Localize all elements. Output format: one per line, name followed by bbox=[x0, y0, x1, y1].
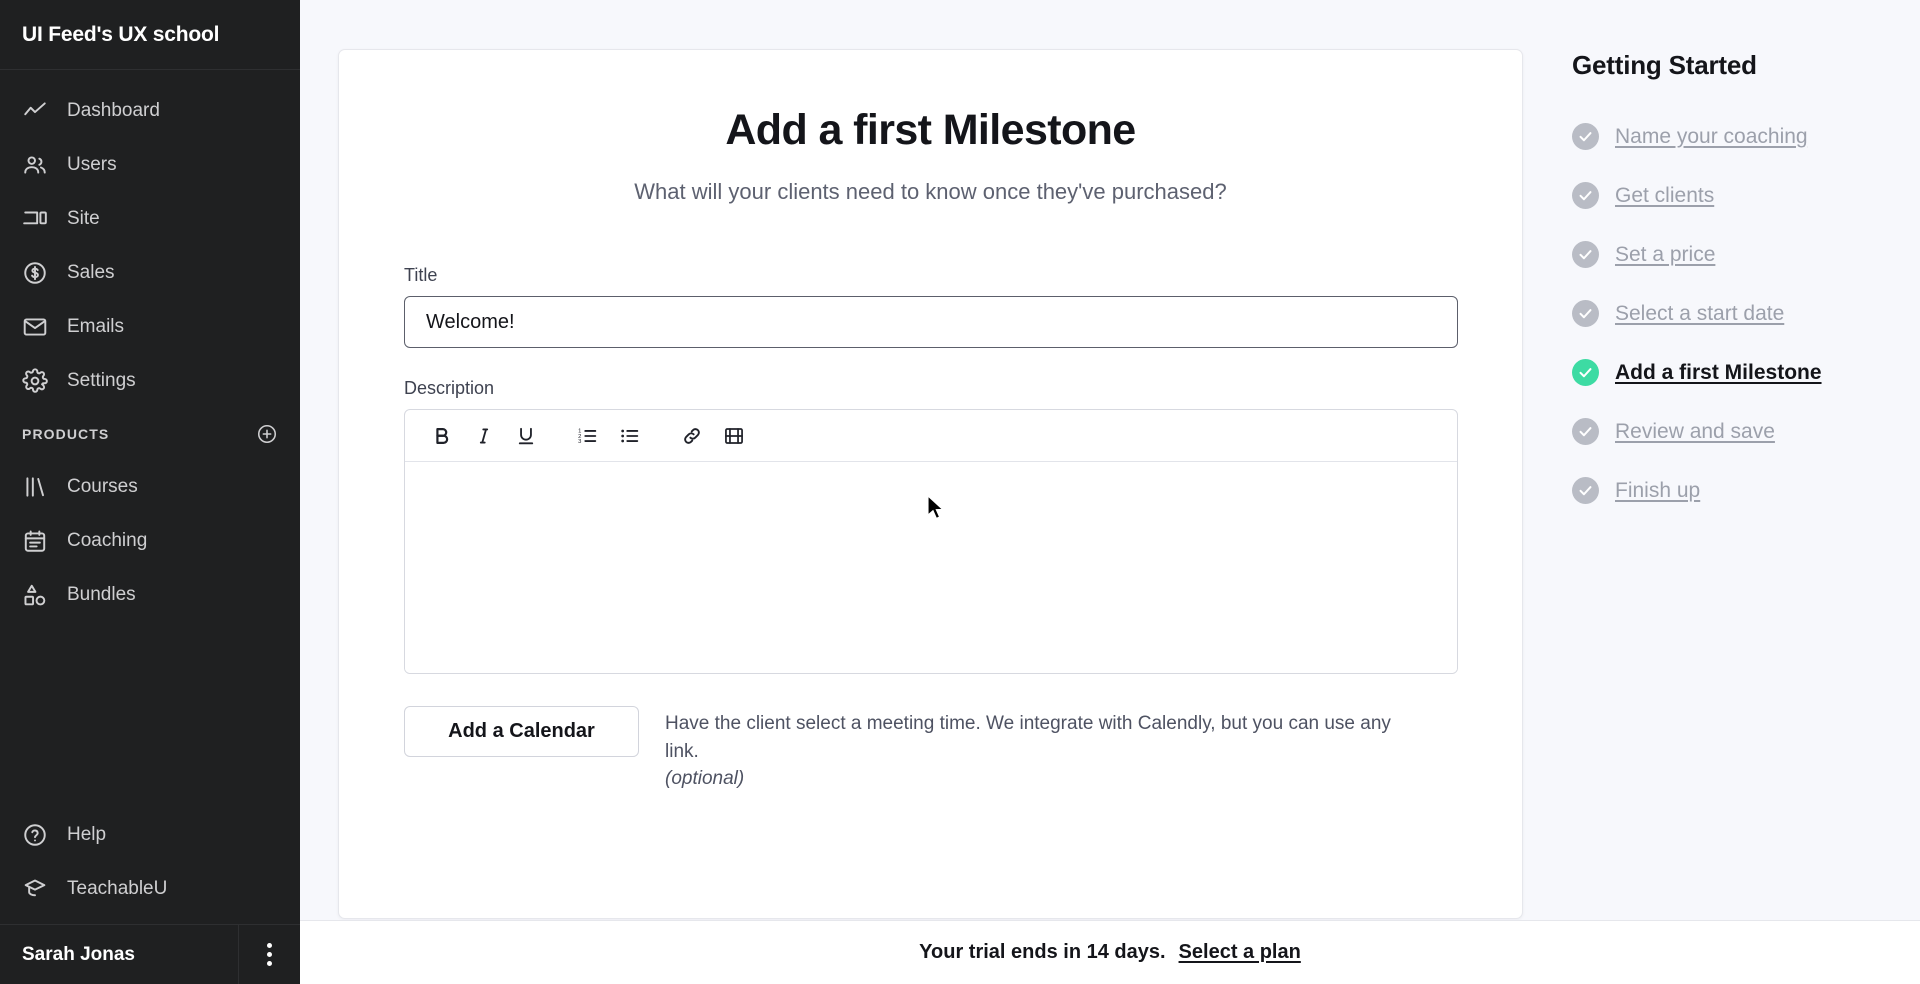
shapes-icon bbox=[22, 582, 48, 608]
page-title: Add a first Milestone bbox=[725, 106, 1136, 154]
sidebar-item-settings[interactable]: Settings bbox=[0, 354, 300, 408]
checklist-item-label: Review and save bbox=[1615, 419, 1775, 443]
sidebar-item-site[interactable]: Site bbox=[0, 192, 300, 246]
checklist-item-review-and-save[interactable]: Review and save bbox=[1572, 402, 1920, 461]
sidebar-item-help[interactable]: Help bbox=[0, 808, 300, 862]
sidebar-item-label: Dashboard bbox=[67, 100, 160, 121]
sidebar-item-sales[interactable]: Sales bbox=[0, 246, 300, 300]
user-name[interactable]: Sarah Jonas bbox=[0, 925, 238, 984]
checklist-item-finish-up[interactable]: Finish up bbox=[1572, 461, 1920, 520]
svg-text:3: 3 bbox=[578, 438, 581, 444]
plus-circle-icon[interactable] bbox=[256, 423, 278, 445]
chart-line-icon bbox=[22, 98, 48, 124]
checklist-item-get-clients[interactable]: Get clients bbox=[1572, 166, 1920, 225]
checklist-item-name-your-coaching[interactable]: Name your coaching bbox=[1572, 107, 1920, 166]
checklist-item-label: Get clients bbox=[1615, 183, 1715, 207]
sidebar-item-label: Bundles bbox=[67, 584, 136, 605]
getting-started-panel: Getting Started Name your coaching Get c… bbox=[1540, 0, 1920, 984]
kebab-dots bbox=[267, 943, 272, 966]
envelope-icon bbox=[22, 314, 48, 340]
sidebar-item-emails[interactable]: Emails bbox=[0, 300, 300, 354]
checklist-item-label: Set a price bbox=[1615, 242, 1716, 266]
sidebar-user-bar: Sarah Jonas bbox=[0, 924, 300, 984]
sidebar-item-bundles[interactable]: Bundles bbox=[0, 568, 300, 622]
title-input[interactable] bbox=[404, 296, 1458, 348]
dollar-circle-icon bbox=[22, 260, 48, 286]
calendar-note-icon bbox=[22, 528, 48, 554]
sidebar-item-users[interactable]: Users bbox=[0, 138, 300, 192]
check-circle-icon bbox=[1572, 123, 1599, 150]
sidebar-item-label: Settings bbox=[67, 370, 136, 391]
calendar-row: Add a Calendar Have the client select a … bbox=[404, 706, 1457, 793]
check-circle-icon bbox=[1572, 477, 1599, 504]
sidebar-utility-nav: Help TeachableU bbox=[0, 808, 300, 924]
page-subtitle: What will your clients need to know once… bbox=[634, 179, 1227, 204]
trial-message: Your trial ends in 14 days. bbox=[919, 941, 1166, 963]
sidebar-item-coaching[interactable]: Coaching bbox=[0, 514, 300, 568]
left-sidebar: UI Feed's UX school Dashboard Users Site bbox=[0, 0, 300, 984]
checklist-item-label: Select a start date bbox=[1615, 301, 1785, 325]
books-icon bbox=[22, 474, 48, 500]
sidebar-item-teachableu[interactable]: TeachableU bbox=[0, 862, 300, 916]
kebab-menu-icon[interactable] bbox=[238, 925, 300, 984]
check-circle-icon bbox=[1572, 418, 1599, 445]
check-circle-icon bbox=[1572, 182, 1599, 209]
sidebar-item-label: Courses bbox=[67, 476, 138, 497]
sidebar-item-label: Help bbox=[67, 824, 107, 845]
getting-started-title: Getting Started bbox=[1572, 50, 1757, 80]
calendar-optional-note: (optional) bbox=[665, 768, 745, 790]
gear-icon bbox=[22, 368, 48, 394]
milestone-card: Add a first Milestone What will your cli… bbox=[338, 49, 1523, 919]
bold-icon[interactable] bbox=[422, 416, 462, 456]
sidebar-item-courses[interactable]: Courses bbox=[0, 460, 300, 514]
check-circle-icon bbox=[1572, 300, 1599, 327]
field-spacer bbox=[404, 348, 1457, 378]
italic-icon[interactable] bbox=[464, 416, 504, 456]
primary-nav: Dashboard Users Site Sales Emails Settin… bbox=[0, 70, 300, 808]
video-icon[interactable] bbox=[714, 416, 754, 456]
checklist-item-add-a-first-milestone[interactable]: Add a first Milestone bbox=[1572, 343, 1920, 402]
sidebar-item-label: Emails bbox=[67, 316, 125, 337]
sidebar-item-label: Sales bbox=[67, 262, 115, 283]
checklist-item-label: Finish up bbox=[1615, 478, 1701, 502]
users-icon bbox=[22, 152, 48, 178]
graduation-cap-icon bbox=[22, 876, 48, 902]
description-field-label: Description bbox=[404, 378, 495, 398]
description-textarea[interactable] bbox=[405, 462, 1457, 673]
select-a-plan-link[interactable]: Select a plan bbox=[1179, 941, 1301, 964]
checklist-item-label: Add a first Milestone bbox=[1615, 360, 1822, 384]
products-section-header: PRODUCTS bbox=[0, 408, 300, 460]
checklist-item-label: Name your coaching bbox=[1615, 124, 1808, 148]
checklist-item-select-a-start-date[interactable]: Select a start date bbox=[1572, 284, 1920, 343]
ordered-list-icon[interactable]: 123 bbox=[568, 416, 608, 456]
check-circle-icon bbox=[1572, 359, 1599, 386]
app-root: UI Feed's UX school Dashboard Users Site bbox=[0, 0, 1920, 984]
calendar-help-text: Have the client select a meeting time. W… bbox=[665, 706, 1425, 793]
checklist-item-set-a-price[interactable]: Set a price bbox=[1572, 225, 1920, 284]
sidebar-item-label: Site bbox=[67, 208, 100, 229]
products-section-label: PRODUCTS bbox=[22, 426, 110, 442]
brand-title: UI Feed's UX school bbox=[0, 0, 300, 70]
link-icon[interactable] bbox=[672, 416, 712, 456]
calendar-help-line: Have the client select a meeting time. W… bbox=[665, 713, 1391, 762]
sidebar-item-label: TeachableU bbox=[67, 878, 168, 899]
add-calendar-button[interactable]: Add a Calendar bbox=[404, 706, 639, 757]
editor-toolbar: 123 bbox=[405, 410, 1457, 462]
sidebar-item-dashboard[interactable]: Dashboard bbox=[0, 84, 300, 138]
bullet-list-icon[interactable] bbox=[610, 416, 650, 456]
devices-icon bbox=[22, 206, 48, 232]
underline-icon[interactable] bbox=[506, 416, 546, 456]
description-editor: 123 bbox=[404, 409, 1458, 674]
main-content: Add a first Milestone What will your cli… bbox=[300, 0, 1540, 984]
trial-banner: Your trial ends in 14 days. Select a pla… bbox=[300, 920, 1920, 984]
title-field-label: Title bbox=[404, 265, 438, 285]
sidebar-item-label: Coaching bbox=[67, 530, 148, 551]
question-circle-icon bbox=[22, 822, 48, 848]
sidebar-item-label: Users bbox=[67, 154, 117, 175]
check-circle-icon bbox=[1572, 241, 1599, 268]
milestone-form: Title Description bbox=[404, 265, 1458, 793]
